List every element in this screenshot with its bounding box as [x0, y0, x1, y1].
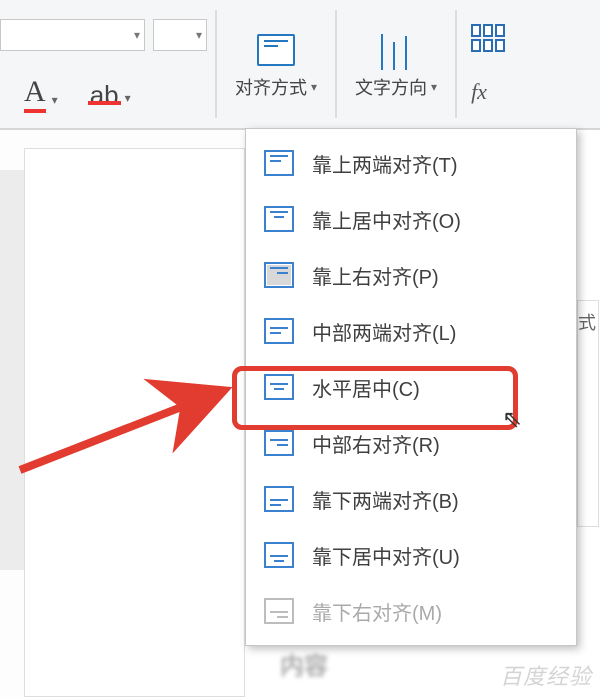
- font-family-select[interactable]: ▾: [0, 19, 145, 51]
- ribbon-toolbar: ▾ ▾ A ▾ ab ▾ 对齐方式 ▾: [0, 0, 600, 130]
- document-pane[interactable]: [24, 148, 245, 697]
- alignment-group[interactable]: 对齐方式 ▾: [217, 0, 335, 128]
- alignment-option: 靠下右对齐(M): [246, 583, 576, 639]
- align-bot-left-icon: [264, 486, 294, 512]
- alignment-option-label: 靠上两端对齐(T): [312, 149, 458, 178]
- align-mid-right-icon: [264, 430, 294, 456]
- alignment-option[interactable]: 中部右对齐(R): [246, 415, 576, 471]
- chevron-down-icon: ▾: [431, 80, 437, 94]
- alignment-option[interactable]: 靠下两端对齐(B): [246, 471, 576, 527]
- alignment-option-label: 靠上居中对齐(O): [312, 205, 461, 234]
- alignment-option-label: 中部两端对齐(L): [312, 317, 456, 346]
- alignment-option[interactable]: 靠下居中对齐(U): [246, 527, 576, 583]
- ribbon-font-group: ▾ ▾ A ▾ ab ▾: [0, 0, 215, 128]
- font-size-select[interactable]: ▾: [153, 19, 207, 51]
- document-area: [0, 130, 245, 697]
- chevron-down-icon: ▾: [196, 28, 202, 42]
- alignment-option[interactable]: 靠上居中对齐(O): [246, 191, 576, 247]
- chevron-down-icon: ▾: [125, 91, 131, 105]
- alignment-option-label: 靠上右对齐(P): [312, 261, 439, 290]
- chevron-down-icon: ▾: [52, 93, 58, 107]
- right-panel-fragment: 式: [577, 300, 599, 527]
- align-mid-center-icon: [264, 374, 294, 400]
- text-direction-group[interactable]: 文字方向 ▾: [337, 0, 455, 128]
- text-direction-icon: [376, 30, 416, 70]
- align-top-right-icon: [264, 262, 294, 288]
- alignment-label: 对齐方式: [235, 74, 307, 100]
- align-mid-left-icon: [264, 318, 294, 344]
- obscured-text: 内容: [280, 646, 328, 681]
- align-bot-right-icon: [264, 598, 294, 624]
- watermark: 百度经验: [500, 659, 592, 691]
- chevron-down-icon: ▾: [134, 28, 140, 42]
- alignment-option-label: 靠下右对齐(M): [312, 597, 442, 626]
- alignment-option[interactable]: 水平居中(C): [246, 359, 576, 415]
- highlight-icon: ab: [90, 80, 119, 111]
- alignment-option-label: 靠下两端对齐(B): [312, 485, 459, 514]
- alignment-dropdown: 靠上两端对齐(T) 靠上居中对齐(O) 靠上右对齐(P) 中部两端对齐(L) 水平居中(…: [245, 128, 577, 646]
- text-direction-label: 文字方向: [355, 74, 427, 100]
- align-bot-center-icon: [264, 542, 294, 568]
- alignment-option[interactable]: 中部两端对齐(L): [246, 303, 576, 359]
- highlight-button[interactable]: ab ▾: [90, 80, 131, 111]
- fx-button[interactable]: fx: [471, 79, 505, 105]
- alignment-option-label: 水平居中(C): [312, 373, 420, 402]
- font-color-button[interactable]: A ▾: [24, 77, 58, 113]
- align-top-center-icon: [264, 206, 294, 232]
- alignment-icon: [256, 30, 296, 70]
- alignment-option-label: 中部右对齐(R): [312, 429, 440, 458]
- font-color-icon: A: [24, 77, 46, 113]
- alignment-option[interactable]: 靠上两端对齐(T): [246, 135, 576, 191]
- table-icon[interactable]: [471, 24, 505, 52]
- align-top-left-icon: [264, 150, 294, 176]
- alignment-option-label: 靠下居中对齐(U): [312, 541, 460, 570]
- alignment-option[interactable]: 靠上右对齐(P): [246, 247, 576, 303]
- ribbon-right-fragment: fx: [457, 0, 505, 128]
- chevron-down-icon: ▾: [311, 80, 317, 94]
